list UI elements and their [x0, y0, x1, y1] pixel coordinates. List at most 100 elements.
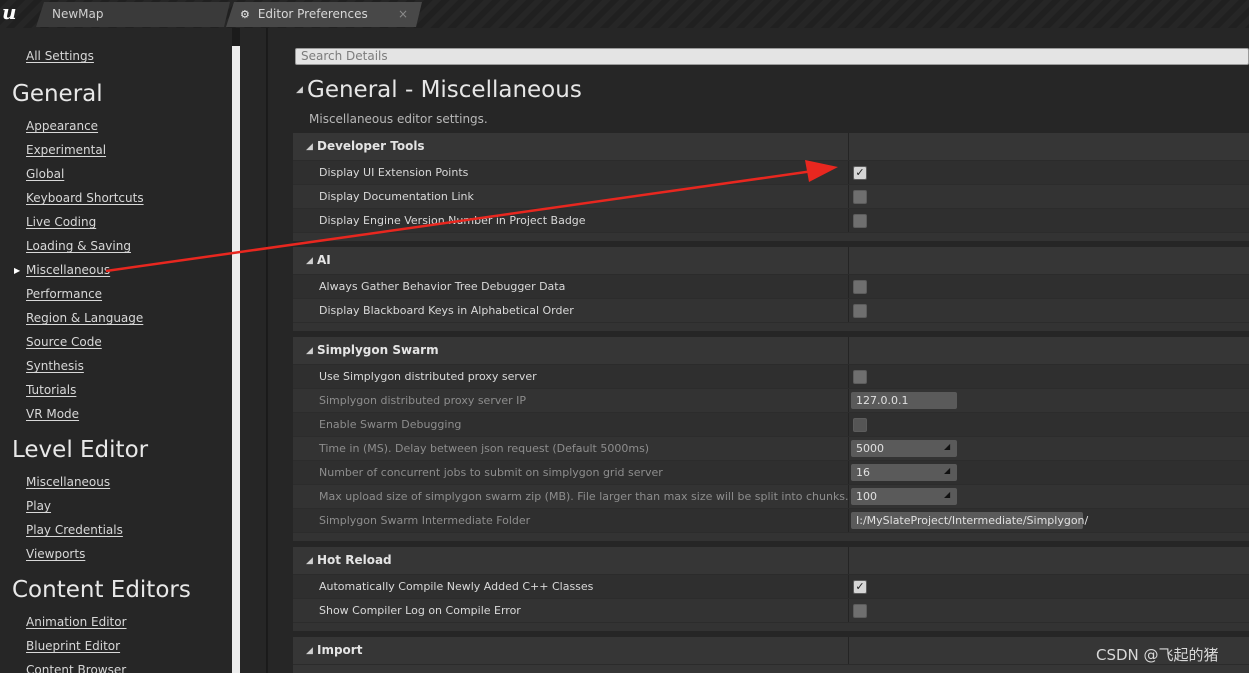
- nav-item[interactable]: Experimental: [26, 143, 106, 157]
- setting-checkbox[interactable]: [853, 604, 867, 618]
- column-divider[interactable]: [848, 437, 849, 460]
- collapse-arrow-icon[interactable]: ◢: [306, 556, 313, 566]
- column-divider[interactable]: [848, 509, 849, 532]
- column-divider[interactable]: [848, 461, 849, 484]
- section-title: Developer Tools: [317, 139, 425, 153]
- column-divider[interactable]: [848, 575, 849, 598]
- setting-label: Display UI Extension Points: [319, 166, 469, 179]
- setting-value: 5000: [856, 442, 884, 455]
- section-ai: ◢ AI Always Gather Behavior Tree Debugge…: [293, 247, 1249, 331]
- column-divider[interactable]: [848, 161, 849, 184]
- setting-number-input[interactable]: 16 ◢: [851, 464, 957, 481]
- collapse-arrow-icon[interactable]: ◢: [306, 346, 313, 356]
- tab-bar: u NewMap ⚙ Editor Preferences ×: [0, 0, 1249, 28]
- search-input[interactable]: Search Details: [295, 48, 1249, 65]
- column-divider[interactable]: [848, 413, 849, 436]
- section-header[interactable]: ◢ Developer Tools: [293, 133, 1249, 161]
- collapse-arrow-icon[interactable]: ◢: [296, 85, 303, 95]
- setting-checkbox[interactable]: [853, 190, 867, 204]
- section-developer-tools: ◢ Developer Tools Display UI Extension P…: [293, 133, 1249, 241]
- nav-item[interactable]: Synthesis: [26, 359, 84, 373]
- tab-editor-preferences-label: Editor Preferences: [257, 7, 368, 21]
- nav-scrollbar[interactable]: [232, 46, 240, 673]
- section-header[interactable]: ◢ Simplygon Swarm: [293, 337, 1249, 365]
- nav-item[interactable]: Content Browser: [26, 663, 126, 673]
- nav-item[interactable]: Play: [26, 499, 51, 513]
- column-divider[interactable]: [848, 337, 849, 364]
- nav-item[interactable]: Appearance: [26, 119, 98, 133]
- nav-item[interactable]: VR Mode: [26, 407, 79, 421]
- setting-row: Display UI Extension Points ✓: [293, 161, 1249, 185]
- nav-item[interactable]: Loading & Saving: [26, 239, 131, 253]
- column-divider[interactable]: [848, 209, 849, 232]
- tab-editor-preferences[interactable]: ⚙ Editor Preferences ×: [226, 2, 422, 27]
- section-title: AI: [317, 253, 331, 267]
- nav-item[interactable]: Play Credentials: [26, 523, 123, 537]
- column-divider[interactable]: [848, 247, 849, 274]
- collapse-arrow-icon[interactable]: ◢: [306, 256, 313, 266]
- setting-row: Use Simplygon distributed proxy server: [293, 365, 1249, 389]
- nav-item[interactable]: Live Coding: [26, 215, 96, 229]
- nav-item[interactable]: Miscellaneous: [26, 263, 110, 277]
- column-divider[interactable]: [848, 547, 849, 574]
- column-divider[interactable]: [848, 275, 849, 298]
- spinner-icon[interactable]: ◢: [944, 467, 952, 475]
- section-header[interactable]: ◢ Hot Reload: [293, 547, 1249, 575]
- setting-row: Show Compiler Log on Compile Error: [293, 599, 1249, 623]
- setting-number-input[interactable]: 100 ◢: [851, 488, 957, 505]
- column-divider[interactable]: [848, 365, 849, 388]
- nav-group-title: Level Editor: [12, 437, 149, 463]
- watermark: CSDN @飞起的猪: [1096, 646, 1219, 664]
- column-divider[interactable]: [848, 485, 849, 508]
- setting-row: Automatically Compile Newly Added C++ Cl…: [293, 575, 1249, 599]
- nav-item[interactable]: Blueprint Editor: [26, 639, 120, 653]
- selected-arrow-icon: ▶: [14, 266, 21, 275]
- column-divider[interactable]: [848, 637, 849, 664]
- close-tab-icon[interactable]: ×: [398, 2, 408, 26]
- settings-tab-icon: ⚙: [240, 8, 250, 21]
- nav-item[interactable]: Source Code: [26, 335, 102, 349]
- setting-checkbox[interactable]: [853, 280, 867, 294]
- setting-checkbox[interactable]: [853, 214, 867, 228]
- column-divider[interactable]: [848, 599, 849, 622]
- nav-item[interactable]: Region & Language: [26, 311, 143, 325]
- setting-number-input[interactable]: 5000 ◢: [851, 440, 957, 457]
- setting-checkbox[interactable]: ✓: [853, 580, 867, 594]
- page-subtitle: Miscellaneous editor settings.: [309, 112, 488, 126]
- setting-label: Display Engine Version Number in Project…: [319, 214, 586, 227]
- collapse-arrow-icon[interactable]: ◢: [306, 646, 313, 656]
- setting-value: 16: [856, 466, 870, 479]
- setting-path-input[interactable]: I:/MySlateProject/Intermediate/Simplygon…: [851, 512, 1088, 529]
- setting-label: Simplygon Swarm Intermediate Folder: [319, 514, 531, 527]
- setting-label: Display Blackboard Keys in Alphabetical …: [319, 304, 574, 317]
- nav-item[interactable]: Performance: [26, 287, 102, 301]
- nav-item[interactable]: Animation Editor: [26, 615, 127, 629]
- setting-checkbox[interactable]: ✓: [853, 166, 867, 180]
- nav-item[interactable]: Global: [26, 167, 64, 181]
- setting-text-input[interactable]: 127.0.0.1: [851, 392, 957, 409]
- setting-checkbox[interactable]: [853, 418, 867, 432]
- tab-newmap[interactable]: NewMap: [36, 2, 230, 27]
- setting-checkbox[interactable]: [853, 370, 867, 384]
- nav-item[interactable]: Miscellaneous: [26, 475, 110, 489]
- section-title: Simplygon Swarm: [317, 343, 439, 357]
- section-hot-reload: ◢ Hot Reload Automatically Compile Newly…: [293, 547, 1249, 631]
- spinner-icon[interactable]: ◢: [944, 491, 952, 499]
- unreal-logo-icon[interactable]: u: [0, 0, 22, 26]
- setting-checkbox[interactable]: [853, 304, 867, 318]
- spinner-icon[interactable]: ◢: [944, 443, 952, 451]
- splitter[interactable]: [240, 28, 267, 673]
- section-body: Always Gather Behavior Tree Debugger Dat…: [293, 275, 1249, 331]
- column-divider[interactable]: [848, 185, 849, 208]
- column-divider[interactable]: [848, 299, 849, 322]
- nav-all-settings[interactable]: All Settings: [26, 49, 94, 63]
- column-divider[interactable]: [848, 133, 849, 160]
- nav-item[interactable]: Keyboard Shortcuts: [26, 191, 144, 205]
- setting-row: Display Documentation Link: [293, 185, 1249, 209]
- setting-label: Automatically Compile Newly Added C++ Cl…: [319, 580, 594, 593]
- nav-item[interactable]: Viewports: [26, 547, 85, 561]
- collapse-arrow-icon[interactable]: ◢: [306, 142, 313, 152]
- section-header[interactable]: ◢ AI: [293, 247, 1249, 275]
- column-divider[interactable]: [848, 389, 849, 412]
- nav-item[interactable]: Tutorials: [26, 383, 76, 397]
